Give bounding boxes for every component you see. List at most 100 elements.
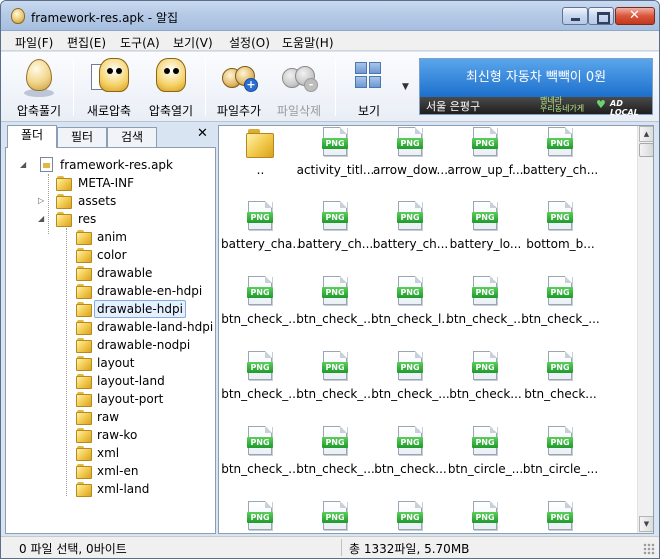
- folder-icon: [76, 248, 92, 263]
- png-badge: PNG: [397, 287, 423, 298]
- folder-icon: [76, 338, 92, 353]
- file-item[interactable]: PNG battery_ch...: [523, 126, 598, 201]
- file-item[interactable]: PNG btn_check...: [448, 350, 523, 425]
- toolbar-separator: [205, 58, 206, 116]
- file-item[interactable]: PNG arrow_up_f...: [448, 126, 523, 201]
- png-file-icon: PNG: [547, 201, 573, 230]
- file-item[interactable]: PNG: [523, 500, 598, 533]
- extract-label: 압축풀기: [16, 104, 62, 118]
- file-list-panel: PNG PNG PNG PNG PNG PNG btn_circle_... PNG btn_c…: [218, 125, 654, 534]
- png-file-icon: PNG: [547, 276, 573, 305]
- png-badge: PNG: [547, 138, 573, 149]
- file-item[interactable]: PNG bottom_b...: [523, 200, 598, 275]
- file-name: btn_check_...: [221, 312, 300, 326]
- menu-file[interactable]: 파일(F): [15, 34, 53, 51]
- file-item[interactable]: PNG btn_check_...: [221, 275, 300, 350]
- tree-line: [66, 228, 67, 496]
- png-badge: PNG: [472, 512, 498, 523]
- file-item[interactable]: PNG btn_check_...: [521, 275, 600, 350]
- file-item[interactable]: PNG btn_check_...: [221, 425, 300, 500]
- file-item[interactable]: PNG btn_check_l...: [371, 275, 450, 350]
- ad-banner[interactable]: 최신형 자동차 빽빽이 0원 서울 은평구 맵네라 우리동네가게 ♥ AD LO…: [419, 58, 653, 117]
- file-item[interactable]: PNG battery_ch...: [373, 200, 448, 275]
- expand-icon[interactable]: ▷: [38, 192, 44, 210]
- new-archive-button[interactable]: 새로압축: [77, 56, 141, 118]
- tree-item-label: META-INF: [78, 176, 135, 190]
- file-item[interactable]: PNG battery_cha...: [221, 200, 300, 275]
- total-status: 총 1332파일, 5.70MB: [349, 542, 470, 556]
- file-item[interactable]: PNG btn_check...: [373, 425, 448, 500]
- file-name: btn_check_...: [371, 387, 450, 401]
- file-item[interactable]: PNG: [448, 500, 523, 533]
- scroll-thumb[interactable]: [639, 143, 653, 157]
- collapse-icon[interactable]: ◢: [20, 156, 26, 174]
- file-item[interactable]: PNG btn_check_...: [296, 275, 375, 350]
- view-dropdown-arrow-icon[interactable]: ▼: [402, 82, 409, 92]
- file-item[interactable]: PNG: [223, 500, 298, 533]
- close-panel-icon[interactable]: ✕: [197, 126, 208, 141]
- minimize-button[interactable]: [562, 7, 588, 25]
- egg-icon: [26, 59, 52, 91]
- close-window-button[interactable]: [615, 7, 655, 25]
- extract-button[interactable]: 압축풀기: [7, 56, 71, 118]
- tab-folder[interactable]: 폴더: [7, 125, 57, 148]
- file-item[interactable]: PNG: [298, 500, 373, 533]
- png-file-icon: PNG: [247, 201, 273, 230]
- view-button[interactable]: 보기: [341, 56, 397, 118]
- folder-icon: [76, 482, 92, 497]
- png-badge: PNG: [247, 362, 273, 373]
- file-item[interactable]: PNG btn_check...: [523, 350, 598, 425]
- resize-grip-icon[interactable]: [643, 543, 655, 555]
- file-item[interactable]: PNG btn_check_...: [296, 350, 375, 425]
- png-badge: PNG: [397, 362, 423, 373]
- folder-icon: [76, 464, 92, 479]
- menu-view[interactable]: 보기(V): [173, 34, 213, 51]
- png-badge: PNG: [547, 437, 573, 448]
- file-item[interactable]: PNG activity_titl...: [297, 126, 374, 201]
- ad-footer: 서울 은평구 맵네라 우리동네가게 ♥ AD LOCAL: [420, 97, 652, 117]
- png-file-icon: PNG: [322, 201, 348, 230]
- file-item[interactable]: PNG btn_circle_...: [523, 425, 598, 500]
- file-item[interactable]: PNG btn_check_...: [446, 275, 525, 350]
- png-file-icon: PNG: [397, 351, 423, 380]
- file-item[interactable]: PNG: [373, 500, 448, 533]
- png-badge: PNG: [547, 512, 573, 523]
- file-item[interactable]: PNG arrow_dow...: [373, 126, 448, 201]
- file-item[interactable]: PNG btn_check_...: [371, 350, 450, 425]
- ad-brand-adlocal: AD LOCAL: [610, 99, 639, 117]
- scroll-down-icon[interactable]: ▼: [639, 516, 653, 532]
- file-item[interactable]: PNG battery_ch...: [298, 200, 373, 275]
- png-badge: PNG: [322, 138, 348, 149]
- menu-settings[interactable]: 설정(O): [229, 34, 270, 51]
- parent-folder-item[interactable]: ..: [223, 126, 298, 201]
- maximize-button[interactable]: [588, 7, 614, 25]
- add-file-button[interactable]: + 파일추가: [209, 56, 269, 118]
- png-badge: PNG: [547, 212, 573, 223]
- png-badge: PNG: [472, 362, 498, 373]
- toolbar-separator: [335, 58, 336, 116]
- collapse-icon[interactable]: ◢: [38, 210, 44, 228]
- apk-file-icon: [40, 157, 53, 172]
- tree-line: [48, 174, 49, 234]
- tab-filter[interactable]: 필터: [57, 127, 107, 147]
- png-file-icon: PNG: [247, 426, 273, 455]
- file-name: btn_check_...: [521, 312, 600, 326]
- file-item[interactable]: PNG btn_circle_...: [448, 425, 523, 500]
- new-archive-label: 새로압축: [86, 104, 132, 118]
- file-item[interactable]: PNG battery_lo...: [448, 200, 523, 275]
- file-item[interactable]: PNG btn_check_...: [221, 350, 300, 425]
- menu-bar: 파일(F) 편집(E) 도구(A) 보기(V) 설정(O) 도움말(H): [1, 31, 659, 51]
- png-badge: PNG: [322, 437, 348, 448]
- png-badge: PNG: [322, 512, 348, 523]
- menu-tools[interactable]: 도구(A): [120, 34, 160, 51]
- vertical-scrollbar[interactable]: ▲ ▼: [637, 126, 653, 533]
- file-item[interactable]: PNG btn_check_...: [296, 425, 375, 500]
- menu-edit[interactable]: 편집(E): [67, 34, 106, 51]
- scroll-up-icon[interactable]: ▲: [639, 126, 653, 142]
- open-archive-button[interactable]: 압축열기: [139, 56, 203, 118]
- file-name: btn_check_...: [296, 462, 375, 476]
- tab-search[interactable]: 검색: [107, 127, 157, 147]
- menu-help[interactable]: 도움말(H): [282, 34, 334, 51]
- delete-file-button[interactable]: - 파일삭제: [269, 56, 329, 118]
- png-file-icon: PNG: [547, 351, 573, 380]
